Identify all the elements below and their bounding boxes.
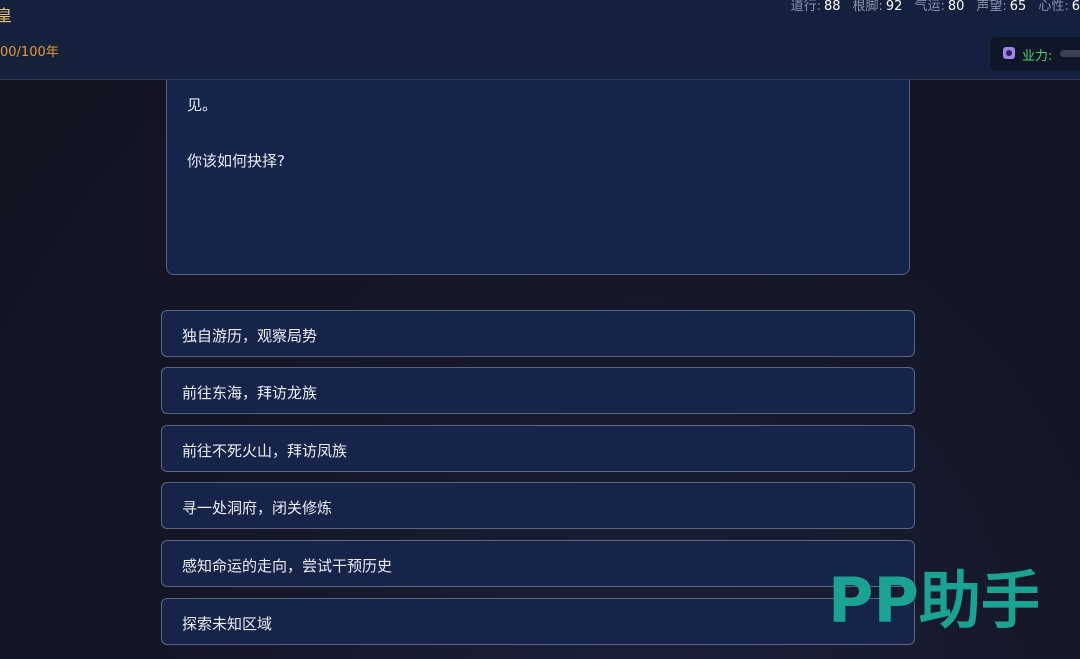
status-header: 皇 道行: 88 根脚: 92 气运: 80 声望: 65 心性: 6 00/100年 业力: xyxy=(0,0,1080,80)
karma-meter xyxy=(1060,50,1080,57)
choice-label: 寻一处洞府，闭关修炼 xyxy=(182,499,333,517)
story-panel: 见。 你该如何抉择? xyxy=(166,60,910,275)
choice-label: 感知命运的走向，尝试干预历史 xyxy=(182,557,393,575)
stat-shengwang: 声望: 65 xyxy=(976,0,1027,14)
choice-button-east-sea[interactable]: 前往东海，拜访龙族 xyxy=(161,367,915,414)
choice-button-explore[interactable]: 探索未知区域 xyxy=(161,598,915,645)
choice-button-cultivate[interactable]: 寻一处洞府，闭关修炼 xyxy=(161,482,915,529)
story-question: 你该如何抉择? xyxy=(187,152,285,170)
choice-label: 独自游历，观察局势 xyxy=(182,327,318,345)
karma-swirl-icon xyxy=(1003,47,1015,59)
choice-button-fate[interactable]: 感知命运的走向，尝试干预历史 xyxy=(161,540,915,587)
stat-genjiao: 根脚: 92 xyxy=(852,0,903,14)
karma-label: 业力: xyxy=(1022,49,1053,64)
story-text-line: 见。 xyxy=(187,96,218,114)
watermark-text: PP助手 xyxy=(828,566,1038,632)
choice-label: 前往东海，拜访龙族 xyxy=(182,384,318,402)
character-title: 皇 xyxy=(0,6,13,25)
stat-daoxing: 道行: 88 xyxy=(790,0,841,14)
years-badge: 00/100年 xyxy=(0,38,64,68)
stat-xinxing: 心性: 6 xyxy=(1038,0,1080,14)
stat-qiyun: 气运: 80 xyxy=(914,0,965,14)
choice-label: 探索未知区域 xyxy=(182,615,273,633)
choice-label: 前往不死火山，拜访凤族 xyxy=(182,442,348,460)
karma-badge: 业力: xyxy=(990,37,1080,70)
pp-assistant-watermark: PP助手 xyxy=(828,566,1038,632)
choice-button-fire-mountain[interactable]: 前往不死火山，拜访凤族 xyxy=(161,425,915,472)
choice-button-wander[interactable]: 独自游历，观察局势 xyxy=(161,310,915,357)
stats-bar: 道行: 88 根脚: 92 气运: 80 声望: 65 心性: 6 xyxy=(779,0,1080,16)
